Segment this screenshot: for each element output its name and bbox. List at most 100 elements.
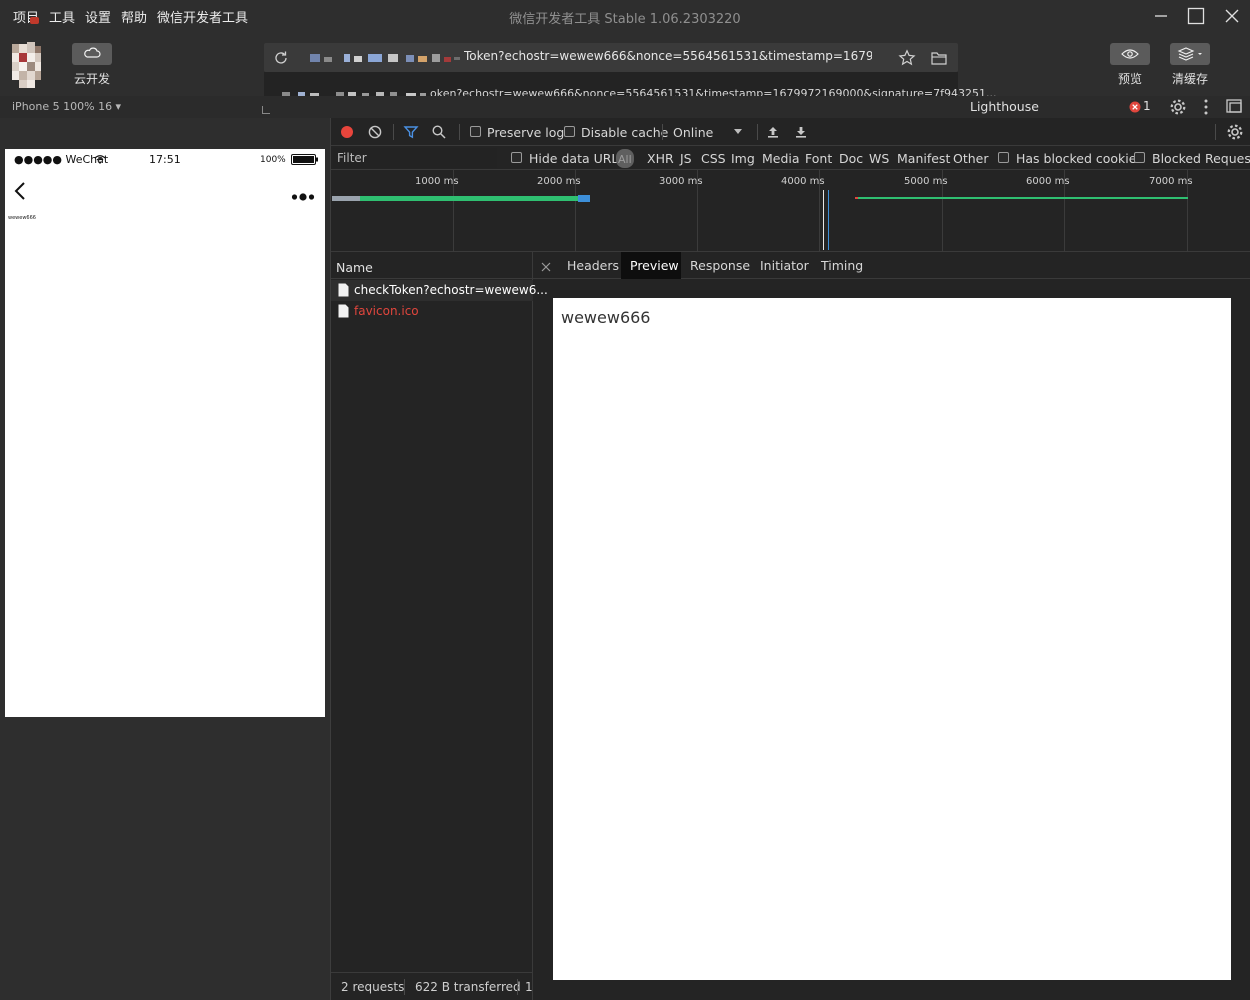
kebab-icon xyxy=(1204,99,1208,115)
timeline-tick-label: 3000 ms xyxy=(659,176,703,187)
tab-initiator[interactable]: Initiator xyxy=(760,258,809,273)
timeline-bar-waiting xyxy=(332,196,360,201)
divider xyxy=(1215,124,1216,140)
timeline-tick-label: 1000 ms xyxy=(415,176,459,187)
tab-response[interactable]: Response xyxy=(690,258,750,273)
request-name: checkToken?echostr=wewew6... xyxy=(354,283,548,297)
request-detail-panel: Headers Preview Response Initiator Timin… xyxy=(533,252,1250,1000)
cloud-dev-button[interactable] xyxy=(72,43,112,65)
timeline-tick-label: 5000 ms xyxy=(904,176,948,187)
filter-type-other[interactable]: Other xyxy=(953,151,989,166)
battery-percent: 100% xyxy=(260,155,286,165)
disable-cache-checkbox[interactable] xyxy=(564,126,575,137)
maximize-icon xyxy=(1187,7,1205,25)
tab-headers[interactable]: Headers xyxy=(567,258,619,273)
divider xyxy=(517,979,518,995)
search-button[interactable] xyxy=(431,124,447,144)
filter-type-ws[interactable]: WS xyxy=(869,151,889,166)
clear-button[interactable] xyxy=(367,124,383,144)
filter-type-manifest[interactable]: Manifest xyxy=(897,151,950,166)
eye-icon xyxy=(1121,49,1139,59)
filter-input[interactable]: Filter xyxy=(333,148,497,168)
filter-type-js[interactable]: JS xyxy=(680,151,692,166)
timeline-bar-download xyxy=(578,195,590,202)
device-selector[interactable]: iPhone 5 100% 16 ▾ xyxy=(12,100,121,113)
timeline-marker-load xyxy=(828,190,829,250)
throttle-select[interactable]: Online xyxy=(673,125,713,140)
back-button[interactable] xyxy=(11,180,29,206)
filter-type-xhr[interactable]: XHR xyxy=(647,151,674,166)
request-list-header[interactable]: Name xyxy=(331,252,533,279)
sub-toolbar: iPhone 5 100% 16 ▾ Lighthouse 1 xyxy=(0,96,1250,118)
filter-type-all[interactable]: All xyxy=(616,149,634,168)
error-counter[interactable]: 1 xyxy=(1128,99,1156,115)
timeline-bar-favicon xyxy=(858,197,1188,199)
tab-lighthouse[interactable]: Lighthouse xyxy=(970,99,1039,114)
minimize-button[interactable] xyxy=(1149,4,1173,28)
preview-button[interactable] xyxy=(1110,43,1150,65)
preview-pane: wewew666 xyxy=(553,298,1231,980)
transferred-size: 622 B transferred xyxy=(415,980,521,994)
timeline-tick-label: 2000 ms xyxy=(537,176,581,187)
hide-data-urls-label: Hide data URLs xyxy=(529,151,625,166)
upload-icon xyxy=(768,127,778,138)
request-row-checktoken[interactable]: checkToken?echostr=wewew6... xyxy=(331,280,548,301)
status-extra: 1 xyxy=(525,980,533,994)
open-folder-button[interactable] xyxy=(930,49,948,71)
more-button[interactable] xyxy=(291,187,317,206)
hide-data-urls-checkbox[interactable] xyxy=(511,152,522,163)
layers-icon xyxy=(1177,47,1202,61)
dock-icon xyxy=(1226,99,1242,113)
has-blocked-cookies-label: Has blocked cookies xyxy=(1016,151,1143,166)
record-icon xyxy=(341,126,353,138)
record-button[interactable] xyxy=(339,124,355,144)
tab-preview[interactable]: Preview xyxy=(621,252,681,279)
wifi-icon xyxy=(94,155,106,164)
preview-content: wewew666 xyxy=(561,308,651,327)
more-dots-icon xyxy=(291,193,315,201)
tab-timing[interactable]: Timing xyxy=(821,258,863,273)
block-icon xyxy=(368,125,382,139)
reload-icon xyxy=(275,51,287,64)
divider xyxy=(757,124,758,140)
network-settings-button[interactable] xyxy=(1225,122,1245,146)
minimize-icon xyxy=(1155,15,1167,17)
preserve-log-checkbox[interactable] xyxy=(470,126,481,137)
filter-type-css[interactable]: CSS xyxy=(701,151,726,166)
close-button[interactable] xyxy=(1220,4,1244,28)
menu-bar: 项目 工具 设置 帮助 微信开发者工具 微信开发者工具 Stable 1.06.… xyxy=(0,0,1250,32)
error-count: 1 xyxy=(1143,99,1151,113)
phone-screen: ●●●●● WeChat 17:51 100% wewew666 xyxy=(5,149,325,717)
has-blocked-cookies-checkbox[interactable] xyxy=(998,152,1009,163)
timeline-tick-label: 4000 ms xyxy=(781,176,825,187)
filter-type-img[interactable]: Img xyxy=(731,151,755,166)
timeline-tick-label: 6000 ms xyxy=(1026,176,1070,187)
filter-type-font[interactable]: Font xyxy=(805,151,832,166)
export-har-button[interactable] xyxy=(793,124,809,144)
error-icon xyxy=(1129,101,1141,113)
request-row-favicon[interactable]: favicon.ico xyxy=(331,301,533,322)
avatar[interactable] xyxy=(8,40,44,90)
address-url: Token?echostr=wewew666&nonce=5564561531&… xyxy=(464,49,872,63)
close-icon xyxy=(1225,9,1239,23)
bookmark-button[interactable] xyxy=(898,49,916,71)
divider xyxy=(662,124,663,140)
caret-down-icon xyxy=(734,129,742,134)
maximize-button[interactable] xyxy=(1184,4,1208,28)
resize-handle-icon xyxy=(262,106,270,114)
address-bar[interactable]: Token?echostr=wewew666&nonce=5564561531&… xyxy=(264,43,958,72)
filter-toggle[interactable] xyxy=(403,124,419,144)
filter-type-media[interactable]: Media xyxy=(762,151,800,166)
timeline-marker-dom xyxy=(823,190,824,250)
import-har-button[interactable] xyxy=(765,124,781,144)
reload-button[interactable] xyxy=(272,49,290,71)
funnel-icon xyxy=(403,126,419,139)
clear-cache-label: 清缓存 xyxy=(1171,72,1208,86)
request-name: favicon.ico xyxy=(354,304,419,318)
clear-cache-button[interactable] xyxy=(1170,43,1210,65)
timeline-tick-label: 7000 ms xyxy=(1149,176,1193,187)
battery-icon xyxy=(291,154,318,165)
filter-type-doc[interactable]: Doc xyxy=(839,151,863,166)
blocked-requests-checkbox[interactable] xyxy=(1134,152,1145,163)
close-detail-button[interactable] xyxy=(540,258,552,277)
